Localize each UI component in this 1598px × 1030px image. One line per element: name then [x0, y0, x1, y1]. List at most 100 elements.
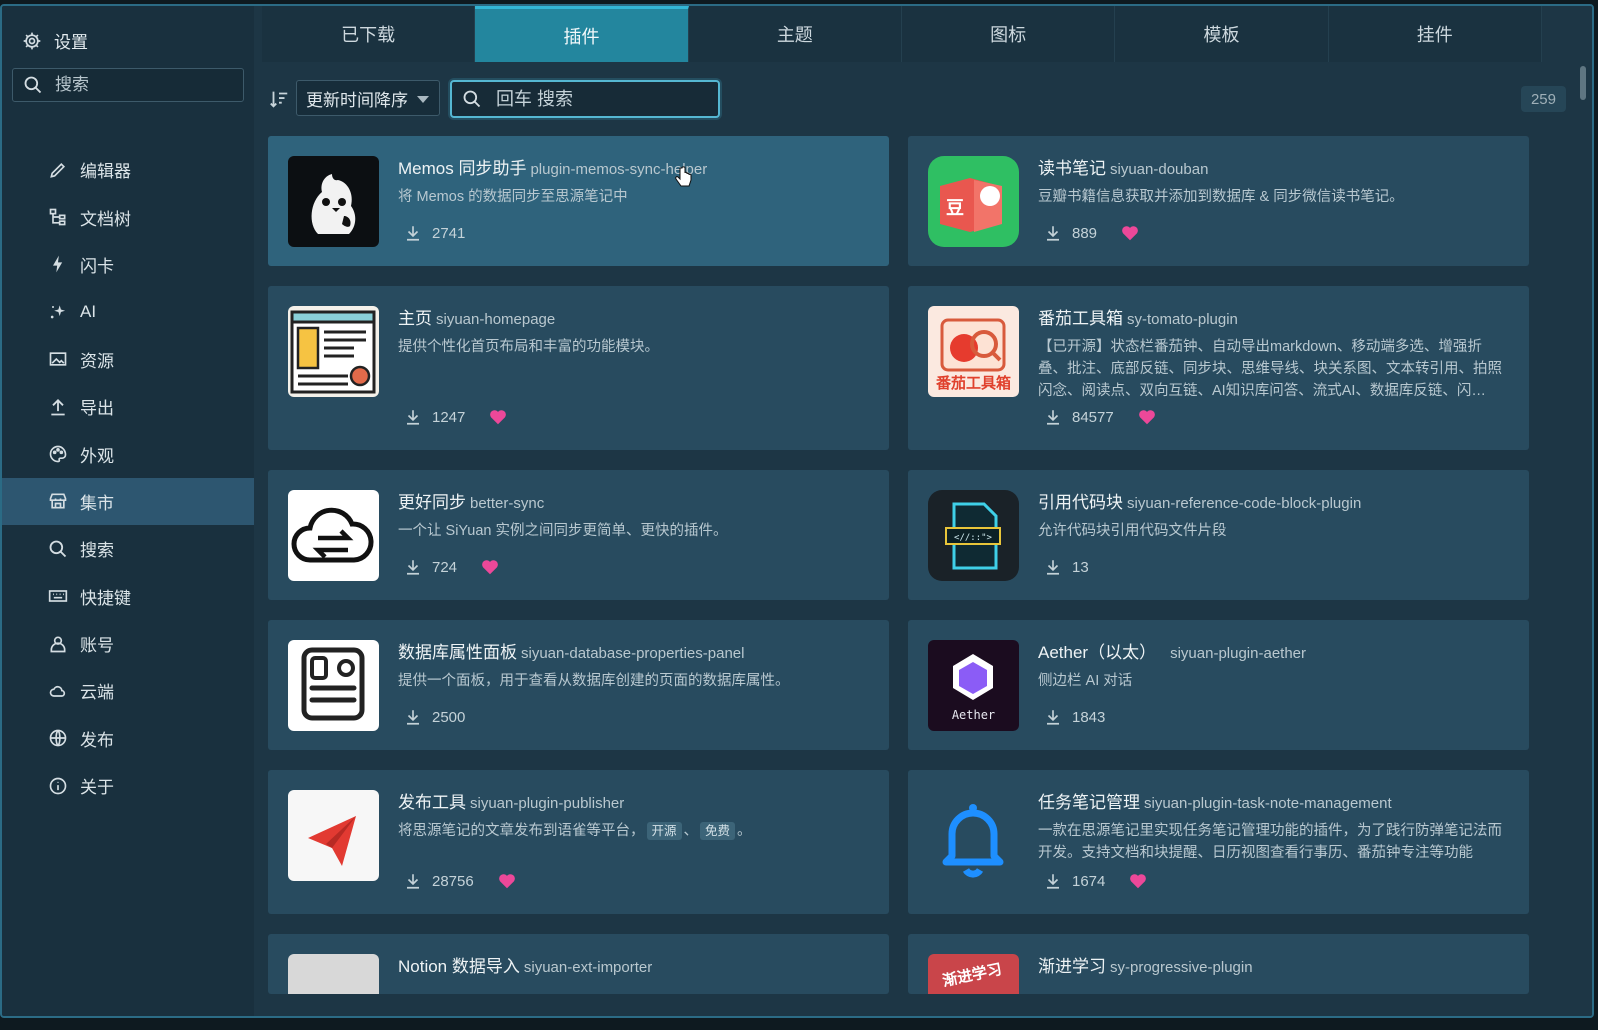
sidebar-item-account[interactable]: 账号: [2, 620, 254, 667]
plugin-name: 数据库属性面板: [398, 643, 517, 662]
sidebar-item-export[interactable]: 导出: [2, 383, 254, 430]
download-count: 28756: [432, 872, 474, 890]
scrollbar-thumb[interactable]: [1580, 66, 1586, 100]
plugin-desc: 允许代码块引用代码文件片段: [1038, 523, 1227, 539]
plugin-card-memos[interactable]: Memos 同步助手 plugin-memos-sync-helper 将 Mem…: [268, 136, 889, 266]
plugin-name: 主页: [398, 309, 432, 328]
sidebar-item-marketplace[interactable]: 集市: [2, 477, 254, 526]
heart-icon: [1122, 226, 1138, 241]
plugin-search[interactable]: [450, 80, 720, 118]
plugin-title: 数据库属性面板 siyuan-database-properties-panel: [398, 638, 869, 663]
plugin-stats: 889: [1044, 224, 1139, 242]
search-icon: [24, 76, 42, 94]
sidebar-item-label: 发布: [80, 730, 114, 750]
sort-icon[interactable]: [268, 88, 290, 110]
plugin-desc: 【已开源】状态栏番茄钟、自动导出markdown、移动端多选、增强折叠、批注、底…: [1038, 339, 1502, 399]
sidebar-item-flashcard[interactable]: 闪卡: [2, 241, 254, 288]
sidebar-title-label: 设置: [54, 33, 88, 52]
sidebar-item-keymap[interactable]: 快捷键: [2, 573, 254, 620]
sort-select[interactable]: 更新时间降序: [296, 80, 440, 116]
sidebar-item-label: 集市: [80, 493, 114, 513]
plugin-package: siyuan-plugin-aether: [1170, 645, 1307, 662]
plugin-package: sy-progressive-plugin: [1110, 959, 1253, 976]
douban-logo-text: 豆: [946, 198, 964, 218]
homepage-logo-icon: [288, 306, 379, 397]
sidebar-item-about[interactable]: 关于: [2, 762, 254, 809]
bell-logo-icon: [928, 790, 1019, 881]
plugin-card-tomato[interactable]: 番茄工具箱 番茄工具箱 sy-tomato-plugin 【已开源】状态栏番茄钟、…: [908, 286, 1529, 450]
sidebar-search-input[interactable]: [53, 74, 237, 96]
plugin-title: 渐进学习 sy-progressive-plugin: [1038, 952, 1509, 977]
sidebar-item-label: 导出: [80, 399, 114, 419]
plugin-card-homepage[interactable]: 主页 siyuan-homepage 提供个性化首页布局和丰富的功能模块。 124…: [268, 286, 889, 450]
tab-icons[interactable]: 图标: [901, 6, 1116, 62]
plugin-title: 更好同步 better-sync: [398, 488, 869, 513]
sidebar-item-search[interactable]: 搜索: [2, 525, 254, 572]
plugin-desc: 将思源笔记的文章发布到语雀等平台， 开源、免费。: [398, 820, 869, 842]
plugin-card-body: Aether（以太） siyuan-plugin-aether 侧边栏 AI 对话: [1038, 638, 1509, 692]
plugin-stats: 724: [404, 558, 499, 576]
plugin-card-task-note[interactable]: 任务笔记管理 siyuan-plugin-task-note-management…: [908, 770, 1529, 914]
sidebar-item-publish[interactable]: 发布: [2, 715, 254, 762]
plugin-name: 任务笔记管理: [1038, 793, 1140, 812]
plugin-title: 发布工具 siyuan-plugin-publisher: [398, 788, 869, 813]
heart-icon: [482, 560, 498, 575]
download-icon: [407, 874, 419, 889]
plugin-card-notion-importer[interactable]: Notion 数据导入 siyuan-ext-importer: [268, 934, 889, 994]
tomato-logo-text: 番茄工具箱: [936, 375, 1012, 392]
cloud-sync-logo-icon: [288, 490, 379, 581]
sidebar-item-cloud[interactable]: 云端: [2, 667, 254, 714]
plugin-card-progressive[interactable]: 渐进学习 渐进学习 sy-progressive-plugin: [908, 934, 1529, 994]
sort-select-value: 更新时间降序: [306, 90, 408, 110]
sidebar-item-label: 编辑器: [80, 162, 131, 182]
notion-logo-icon: [288, 954, 379, 994]
plugin-desc-end: 。: [737, 823, 752, 839]
plugin-stats: 1674: [1044, 872, 1147, 890]
plugin-package: siyuan-reference-code-block-plugin: [1127, 495, 1362, 512]
sidebar-item-label: 资源: [80, 351, 114, 371]
tab-themes[interactable]: 主题: [688, 6, 902, 62]
sidebar-item-filetree[interactable]: 文档树: [2, 193, 254, 240]
code-file-logo-icon: <//::">: [928, 490, 1019, 581]
tab-downloaded[interactable]: 已下载: [262, 6, 476, 62]
plugin-name: 渐进学习: [1038, 957, 1106, 976]
sidebar-item-label: 搜索: [80, 541, 114, 561]
sidebar-nav: 编辑器 文档树 闪卡 AI 资源 导出 外观 集市 搜索 快捷键 账号 云端 发…: [2, 146, 254, 809]
plugin-name: 引用代码块: [1038, 493, 1123, 512]
plugin-desc-text: 将思源笔记的文章发布到语雀等平台，: [398, 823, 645, 839]
tag-free: 免费: [700, 822, 736, 840]
plugin-card-db-properties[interactable]: 数据库属性面板 siyuan-database-properties-panel …: [268, 620, 889, 750]
plugin-card-ref-code-block[interactable]: <//::"> 引用代码块 siyuan-reference-code-block…: [908, 470, 1529, 600]
tab-templates[interactable]: 模板: [1115, 6, 1329, 62]
tab-plugins[interactable]: 插件: [475, 6, 689, 62]
tab-widgets[interactable]: 挂件: [1328, 6, 1542, 62]
plugin-desc-separator: 、: [683, 823, 699, 839]
plugin-card-douban[interactable]: 豆 读书笔记 siyuan-douban 豆瓣书籍信息获取并添加到数据库 & 同步…: [908, 136, 1529, 266]
sidebar-item-ai[interactable]: AI: [2, 288, 254, 335]
settings-window: 设置 编辑器 文档树 闪卡 AI 资: [0, 4, 1594, 1018]
plugin-title: 番茄工具箱 sy-tomato-plugin: [1038, 304, 1509, 329]
plugin-card-aether[interactable]: Aether Aether（以太） siyuan-plugin-aether 侧边…: [908, 620, 1529, 750]
svg-text:<//::">: <//::">: [954, 533, 993, 543]
sidebar-item-appearance[interactable]: 外观: [2, 430, 254, 477]
plugin-name: 更好同步: [398, 493, 466, 512]
image-icon: [49, 352, 67, 366]
douban-logo-icon: 豆: [928, 156, 1019, 247]
paper-plane-logo-icon: [288, 790, 379, 881]
tree-icon: [49, 208, 66, 226]
hand-cursor-icon: [675, 166, 692, 187]
plugin-desc: 一个让 SiYuan 实例之间同步更简单、更快的插件。: [398, 523, 728, 539]
info-icon: [49, 777, 67, 795]
plugin-card-publisher[interactable]: 发布工具 siyuan-plugin-publisher 将思源笔记的文章发布到语…: [268, 770, 889, 914]
sidebar-item-label: 快捷键: [80, 588, 131, 608]
plugin-stats: 13: [1044, 558, 1089, 576]
plugin-card-better-sync[interactable]: 更好同步 better-sync 一个让 SiYuan 实例之间同步更简单、更快的…: [268, 470, 889, 600]
plugin-title: Memos 同步助手 plugin-memos-sync-helper: [398, 154, 869, 179]
sidebar-item-label: AI: [80, 301, 97, 321]
sidebar-item-editor[interactable]: 编辑器: [2, 146, 254, 193]
sidebar-item-assets[interactable]: 资源: [2, 336, 254, 383]
plugin-package: siyuan-database-properties-panel: [521, 645, 745, 662]
sidebar-search[interactable]: [12, 68, 244, 102]
plugin-search-input[interactable]: [494, 87, 698, 111]
sidebar-item-label: 账号: [80, 636, 114, 656]
